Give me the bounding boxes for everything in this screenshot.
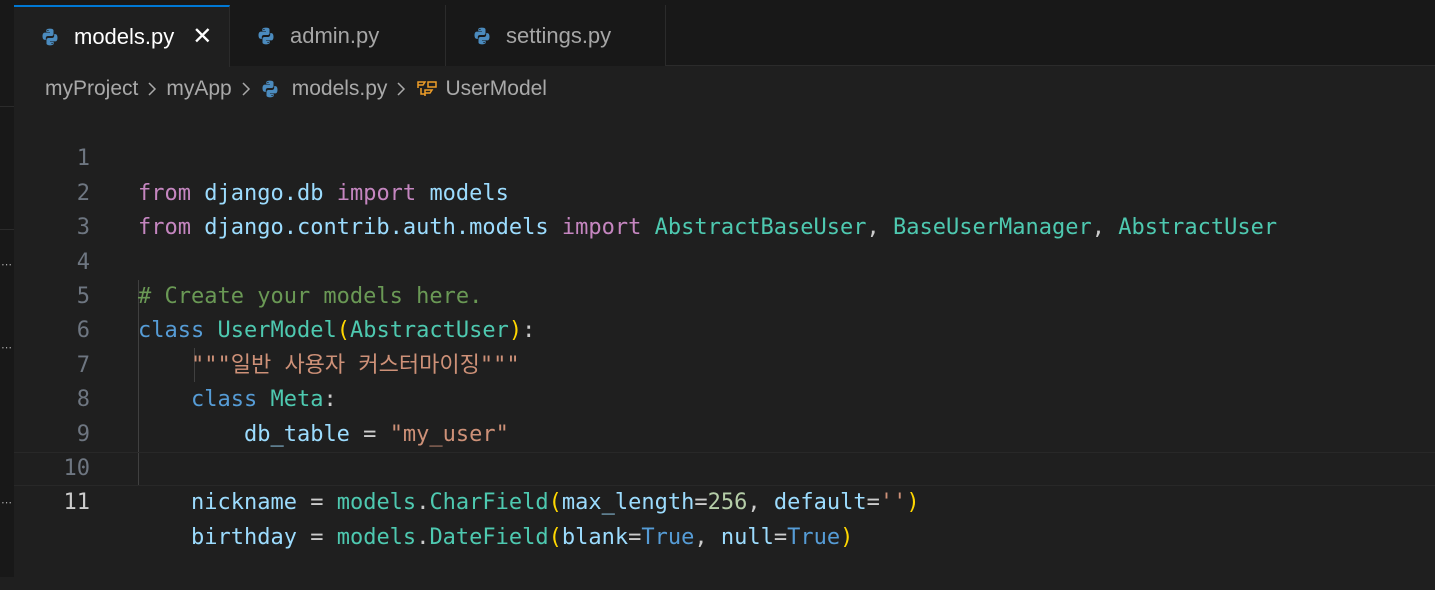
tab-bar: models.py ✕ admin.py settings.py [14,0,1435,67]
tab-models-py[interactable]: models.py ✕ [14,5,230,67]
operator: = [296,524,337,550]
editor: models.py ✕ admin.py settings.py myProje… [14,0,1435,577]
breadcrumb-app[interactable]: myApp [166,77,231,101]
operator: = [694,490,708,516]
module-name: models [336,524,417,550]
code-line[interactable]: 6 """일반 사용자 커스터마이징""" [14,280,1435,377]
code-line[interactable]: 5 class UserModel(AbstractUser): [14,246,1435,343]
string: '' [879,490,907,516]
tab-settings-py[interactable]: settings.py [446,5,666,66]
number: 256 [707,490,748,516]
python-icon [474,27,490,44]
tab-label: admin.py [290,22,380,48]
constant: True [787,524,841,550]
punctuation: . [416,490,430,516]
module-name: models [336,490,417,516]
constant: True [641,524,695,550]
class-symbol-icon [417,81,438,96]
code-line[interactable]: 9 [14,383,1435,447]
chevron-right-icon [397,82,406,96]
parameter: null [720,524,774,550]
sidebar-edge: ⋯ ⋯ ⋯ [0,0,14,577]
more-icon[interactable]: ⋯ [1,342,12,353]
class-name: CharField [429,490,549,516]
breadcrumb-file[interactable]: models.py [292,77,388,101]
line-number: 11 [63,490,91,516]
code-line[interactable]: 8 db_table = "my_user" [14,349,1435,446]
punctuation: , [694,524,721,550]
bracket: ) [906,490,920,516]
variable: nickname [190,490,297,516]
bracket: ( [548,490,562,516]
code-line[interactable]: 7 class Meta: [14,314,1435,412]
parameter: max_length [561,490,695,516]
python-icon [258,27,274,44]
divider [0,229,14,230]
breadcrumb: myProject myApp models.py UserModel [45,74,547,104]
parameter: blank [561,524,629,550]
code-line[interactable]: 10 nickname = models.CharField(max_lengt… [14,418,1435,515]
tab-label: models.py [74,24,175,49]
code-line[interactable]: 1 from django.db import models [14,108,1435,205]
operator: = [866,490,880,516]
more-icon[interactable]: ⋯ [1,497,12,508]
python-icon [42,28,58,46]
punctuation: , [747,490,774,516]
breadcrumb-project[interactable]: myProject [45,77,138,101]
operator: = [296,490,337,516]
close-icon[interactable]: ✕ [192,25,212,49]
class-name: DateField [429,524,549,550]
bracket: ) [840,524,854,550]
code-line[interactable]: 3 [14,177,1435,240]
chevron-right-icon [148,82,157,96]
operator: = [773,524,788,550]
more-icon[interactable]: ⋯ [1,259,12,270]
punctuation: . [416,524,430,550]
code-line[interactable]: 2 from django.contrib.auth.models import… [14,142,1435,240]
code-area[interactable]: 1 from django.db import models 2 from dj… [14,108,1435,549]
parameter: default [773,490,867,516]
python-icon [262,80,278,98]
tab-label: settings.py [506,22,612,48]
variable: birthday [190,524,297,550]
operator: = [628,524,642,550]
code-line[interactable]: 4 # Create your models here. [14,211,1435,309]
divider [0,106,14,107]
chevron-right-icon [242,82,250,96]
breadcrumb-symbol[interactable]: UserModel [445,77,547,101]
code-line-current[interactable]: 11 birthday = models.DateField(blank=Tru… [14,452,1435,549]
bracket: ( [548,524,562,550]
tab-admin-py[interactable]: admin.py [230,5,446,66]
